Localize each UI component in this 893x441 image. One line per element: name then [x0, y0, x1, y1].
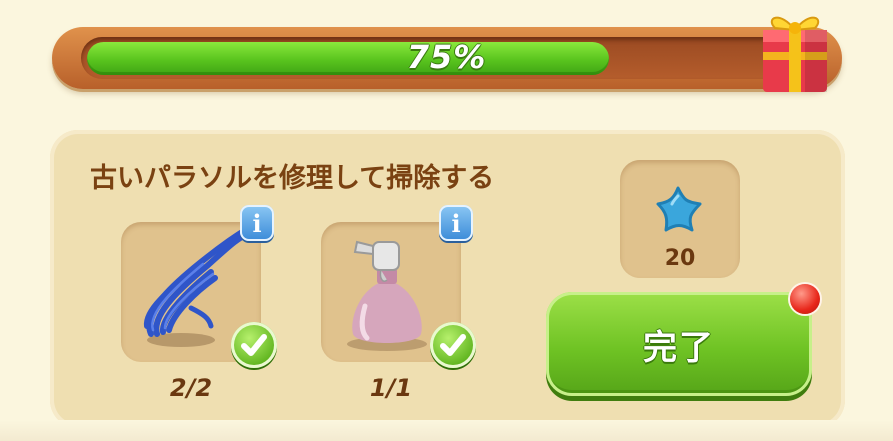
bottom-edge	[0, 420, 893, 441]
notification-dot	[790, 284, 820, 314]
task-title: 古いパラソルを修理して掃除する	[90, 163, 495, 194]
gift-box-icon[interactable]	[755, 0, 835, 96]
complete-button[interactable]: 完了	[546, 292, 812, 396]
info-icon[interactable]: i	[439, 205, 473, 241]
reward-amount: 20	[664, 246, 696, 271]
checkmark-icon	[430, 322, 476, 368]
item-count-spray-bottle: 1/1	[369, 374, 413, 402]
item-count-rope: 2/2	[169, 374, 213, 402]
checkmark-icon	[231, 322, 277, 368]
info-icon[interactable]: i	[240, 205, 274, 241]
complete-button-label: 完了	[643, 327, 715, 368]
